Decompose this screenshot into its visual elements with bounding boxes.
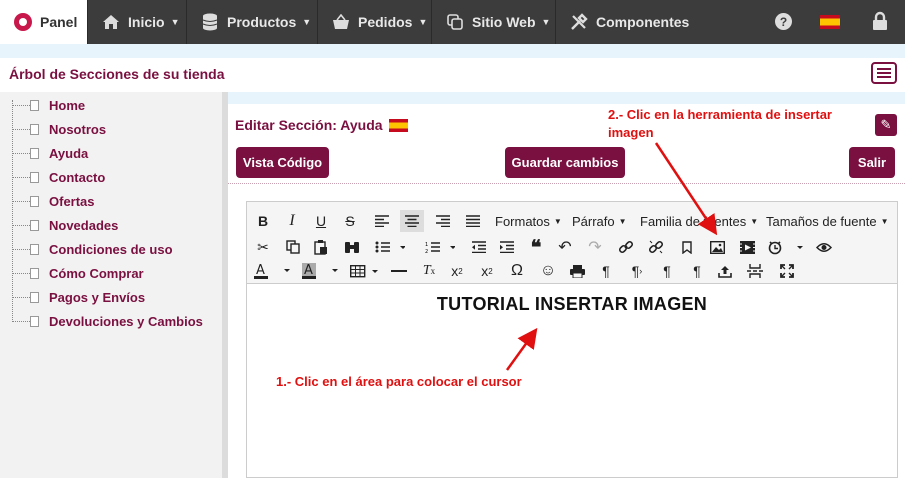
annotation-arrows bbox=[505, 142, 718, 371]
arrow-to-editor-area bbox=[505, 327, 538, 371]
arrow-to-image-tool bbox=[654, 142, 718, 236]
